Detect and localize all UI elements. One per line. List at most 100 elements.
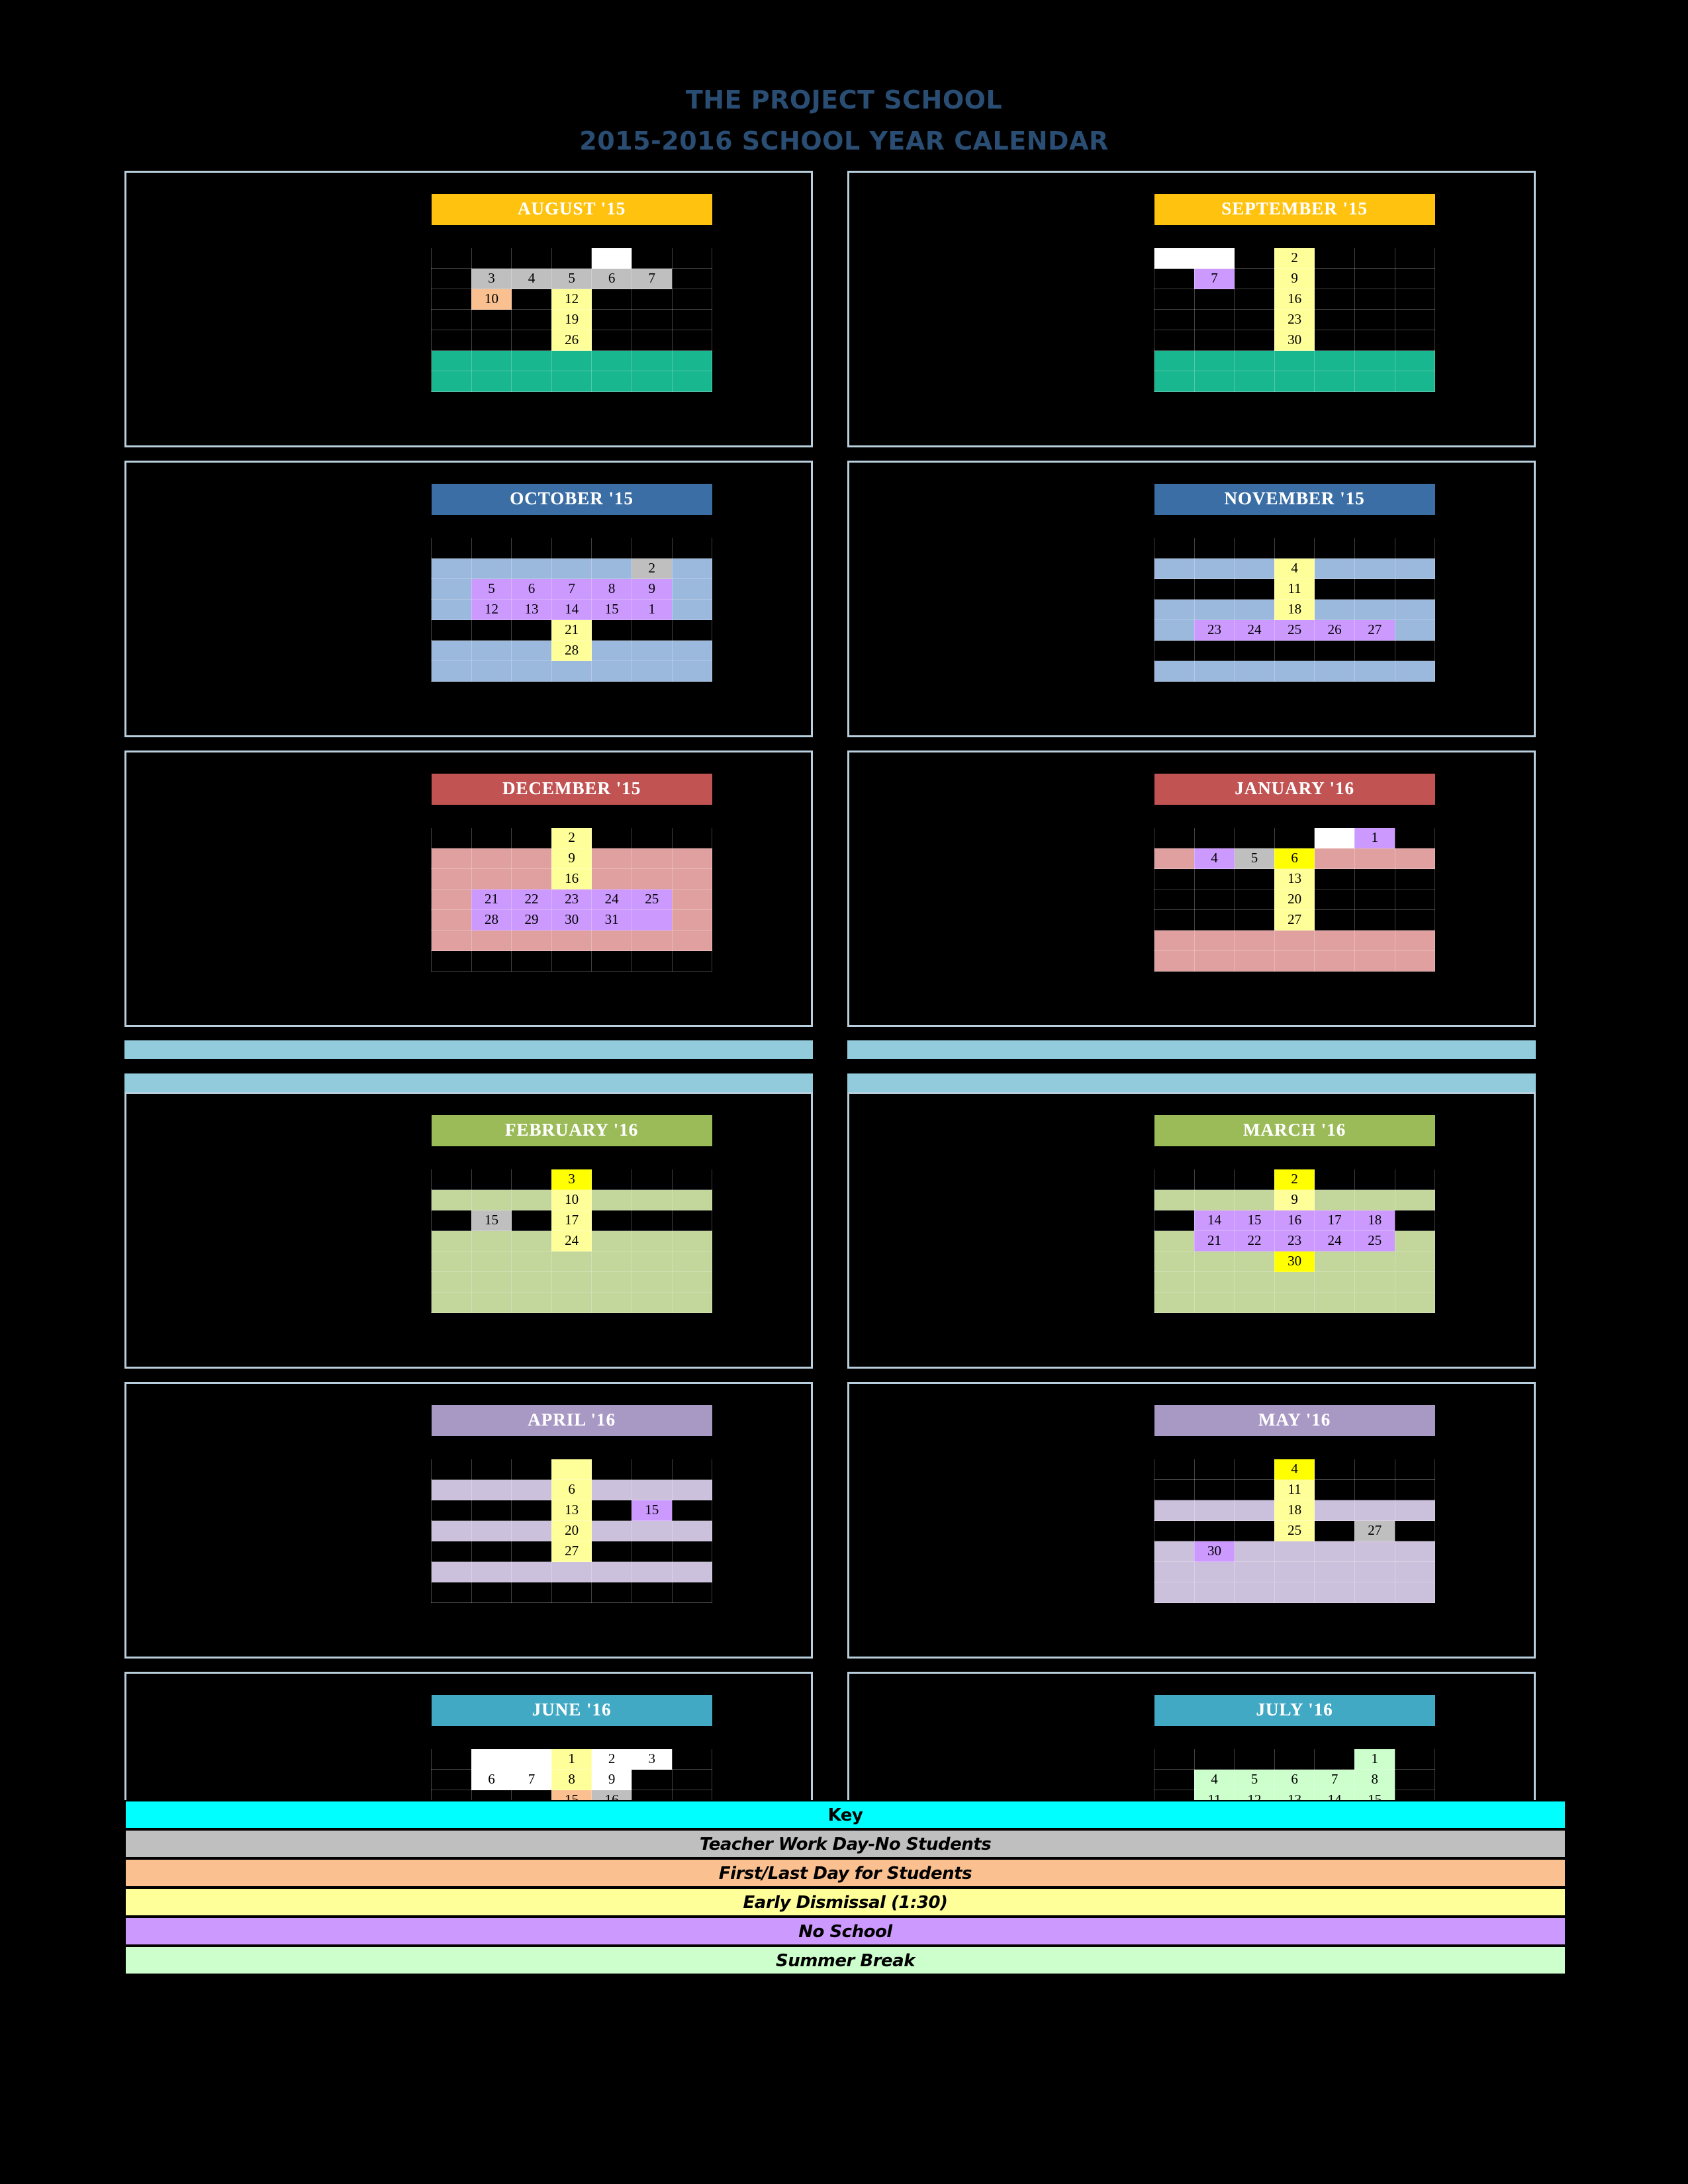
month-header: MAY '16 xyxy=(1154,1405,1435,1437)
day-cell xyxy=(431,578,472,600)
day-cell xyxy=(671,1749,713,1770)
day-cell xyxy=(1234,1500,1275,1521)
day-cell xyxy=(511,1189,552,1210)
day-cell: 7 xyxy=(551,578,592,600)
day-cell xyxy=(1234,1271,1275,1293)
day-cell: 13 xyxy=(551,1500,592,1521)
day-cell xyxy=(1194,558,1235,579)
day-cell xyxy=(551,558,592,579)
day-cell xyxy=(551,1582,592,1603)
day-cell xyxy=(671,1500,713,1521)
day-cell xyxy=(1394,289,1436,310)
day-cell xyxy=(1194,1251,1235,1272)
month-calendar-grid: MAY '16 4 11 18 25 27 30 xyxy=(1154,1405,1436,1603)
day-cell xyxy=(591,640,632,661)
day-cell xyxy=(431,868,472,889)
day-cell: 2 xyxy=(631,558,673,579)
day-cell xyxy=(631,1169,673,1190)
day-cell xyxy=(511,827,552,848)
legend-row: Summer Break xyxy=(124,1946,1566,1975)
day-cell xyxy=(1154,848,1195,869)
day-cell xyxy=(671,309,713,330)
day-cell xyxy=(551,1561,592,1582)
day-cell xyxy=(1154,330,1195,351)
day-cell xyxy=(1354,371,1395,392)
day-cell xyxy=(631,1459,673,1480)
day-cell xyxy=(1274,640,1315,661)
week-row: 24 xyxy=(431,1230,713,1251)
month-header: JUNE '16 xyxy=(431,1695,712,1727)
week-row xyxy=(431,1582,713,1603)
day-cell xyxy=(431,1561,472,1582)
week-row xyxy=(431,660,713,682)
day-cell xyxy=(1394,1749,1436,1770)
day-cell xyxy=(1234,537,1275,559)
day-cell xyxy=(511,1271,552,1293)
day-cell xyxy=(1234,1749,1275,1770)
day-cell: 16 xyxy=(1274,1210,1315,1231)
day-cell xyxy=(431,330,472,351)
day-cell xyxy=(1154,827,1195,848)
day-cell xyxy=(631,289,673,310)
day-cell: 1 xyxy=(631,599,673,620)
day-cell xyxy=(1394,827,1436,848)
day-cell: 7 xyxy=(631,268,673,289)
week-row: 9 xyxy=(1154,1189,1436,1210)
day-cell: 5 xyxy=(1234,848,1275,869)
day-cell xyxy=(1194,289,1235,310)
day-cell xyxy=(631,868,673,889)
day-cell xyxy=(1234,268,1275,289)
day-cell xyxy=(1234,1459,1275,1480)
day-cell xyxy=(591,1561,632,1582)
week-row: 20 xyxy=(1154,889,1436,910)
day-cell: 18 xyxy=(1274,599,1315,620)
day-cell xyxy=(431,350,472,371)
weekday-header-row xyxy=(431,225,713,248)
day-cell: 21 xyxy=(1194,1230,1235,1251)
day-cell xyxy=(1354,909,1395,931)
day-cell xyxy=(1354,1251,1395,1272)
day-cell xyxy=(591,1210,632,1231)
week-row xyxy=(1154,640,1436,661)
day-cell xyxy=(431,1500,472,1521)
day-cell: 1 xyxy=(1354,1749,1395,1770)
day-cell xyxy=(471,1520,512,1541)
day-cell xyxy=(671,537,713,559)
day-cell xyxy=(1314,248,1355,269)
day-cell: 12 xyxy=(471,599,512,620)
week-row: 23 xyxy=(1154,309,1436,330)
month-panels-container: AUGUST '15 3 4 5 6 7 10 12 19 26 SEPTEMBER '15 2 7 9 1… xyxy=(124,171,1566,1962)
day-cell xyxy=(671,868,713,889)
day-cell xyxy=(591,558,632,579)
day-cell xyxy=(511,248,552,269)
month-panel: AUGUST '15 3 4 5 6 7 10 12 19 26 xyxy=(124,171,813,447)
day-cell xyxy=(1354,248,1395,269)
weekday-header-row xyxy=(1154,1436,1436,1459)
day-cell xyxy=(1154,1271,1195,1293)
day-cell xyxy=(471,537,512,559)
day-cell xyxy=(671,1520,713,1541)
day-cell: 20 xyxy=(551,1520,592,1541)
school-name: THE PROJECT SCHOOL xyxy=(685,85,1003,114)
week-row xyxy=(1154,1292,1436,1313)
legend-row: No School xyxy=(124,1917,1566,1946)
day-cell xyxy=(1234,1541,1275,1562)
day-cell: 6 xyxy=(471,1769,512,1790)
day-cell xyxy=(551,350,592,371)
week-row xyxy=(431,1271,713,1293)
week-row: 10 12 xyxy=(431,289,713,310)
month-calendar-grid: NOVEMBER '15 4 11 18 23 24 25 26 27 xyxy=(1154,484,1436,682)
day-cell xyxy=(631,619,673,641)
day-cell xyxy=(471,1169,512,1190)
day-cell xyxy=(1274,1582,1315,1603)
month-panel: MAY '16 4 11 18 25 27 30 xyxy=(847,1382,1536,1659)
day-cell xyxy=(1354,1292,1395,1313)
divider-bar xyxy=(847,1073,1536,1092)
day-cell xyxy=(1154,930,1195,951)
day-cell xyxy=(1354,1561,1395,1582)
week-row xyxy=(431,371,713,392)
day-cell xyxy=(1194,950,1235,972)
week-row: 30 xyxy=(1154,1541,1436,1562)
day-cell xyxy=(1394,558,1436,579)
day-cell xyxy=(431,248,472,269)
